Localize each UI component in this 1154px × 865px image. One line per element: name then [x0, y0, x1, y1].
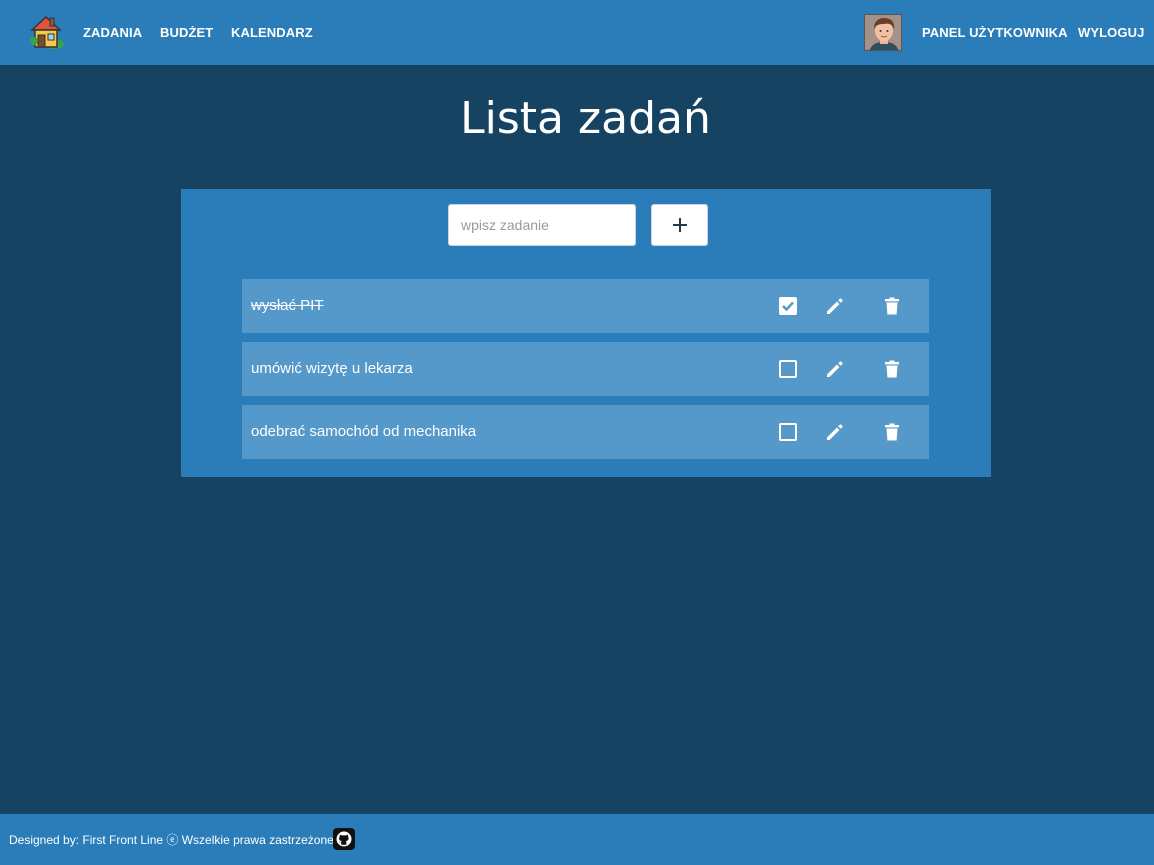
- task-text: umówić wizytę u lekarza: [251, 360, 413, 377]
- task-input[interactable]: [448, 204, 636, 246]
- task-text: wysłać PIT: [251, 297, 324, 314]
- top-navbar: ZADANIA BUDŻET KALENDARZ PANEL UŻYTKOWNI…: [0, 0, 1154, 65]
- task-panel: wysłać PIT umówić wizytę u lekarza: [181, 189, 991, 477]
- footer-copyright: Designed by: First Front Line ⓔ Wszelkie…: [9, 833, 338, 847]
- checked-checkbox-icon[interactable]: [778, 296, 798, 316]
- nav-link-kalendarz[interactable]: KALENDARZ: [231, 25, 313, 40]
- user-panel-link[interactable]: PANEL UŻYTKOWNIKA: [922, 25, 1068, 40]
- home-logo-icon[interactable]: [26, 13, 66, 51]
- page-title: Lista zadań: [460, 93, 711, 144]
- edit-pencil-icon[interactable]: [825, 359, 845, 379]
- task-text: odebrać samochód od mechanika: [251, 423, 477, 440]
- trash-icon[interactable]: [882, 296, 902, 316]
- unchecked-checkbox-icon[interactable]: [778, 422, 798, 442]
- edit-pencil-icon[interactable]: [825, 296, 845, 316]
- edit-pencil-icon[interactable]: [825, 422, 845, 442]
- github-icon[interactable]: [333, 828, 355, 850]
- task-row: odebrać samochód od mechanika: [242, 405, 929, 459]
- footer: Designed by: First Front Line ⓔ Wszelkie…: [0, 814, 1154, 865]
- plus-icon: [672, 218, 687, 232]
- trash-icon[interactable]: [882, 422, 902, 442]
- nav-link-zadania[interactable]: ZADANIA: [83, 25, 142, 40]
- user-avatar[interactable]: [864, 14, 902, 51]
- task-row: wysłać PIT: [242, 279, 929, 333]
- unchecked-checkbox-icon[interactable]: [778, 359, 798, 379]
- logout-link[interactable]: WYLOGUJ: [1078, 25, 1144, 40]
- add-task-button[interactable]: [651, 204, 708, 246]
- trash-icon[interactable]: [882, 359, 902, 379]
- task-row: umówić wizytę u lekarza: [242, 342, 929, 396]
- nav-link-budzet[interactable]: BUDŻET: [160, 25, 213, 40]
